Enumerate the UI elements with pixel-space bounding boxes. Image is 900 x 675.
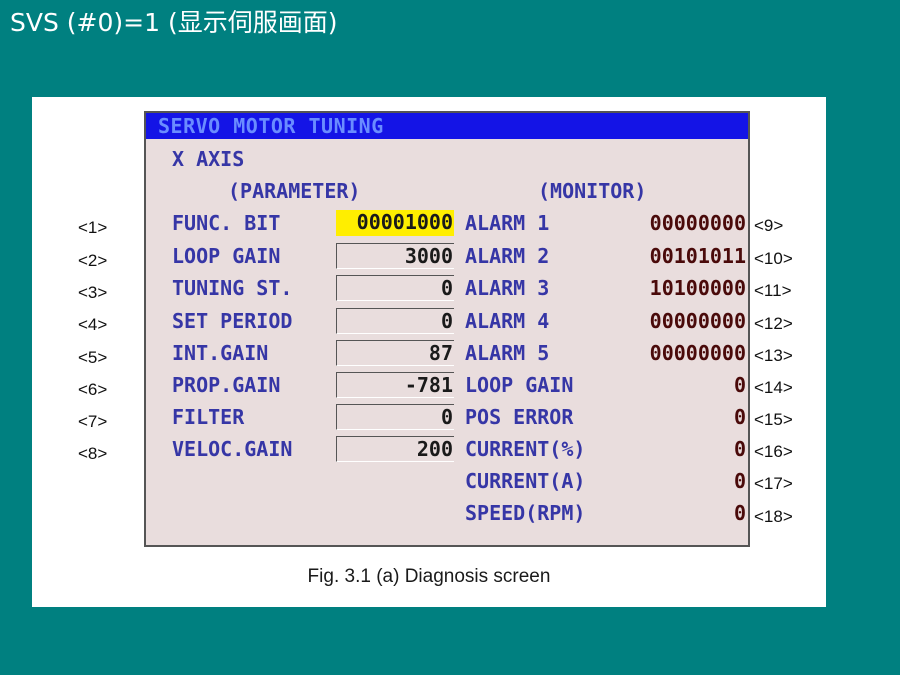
monitor-label-speed-rpm: SPEED(RPM): [465, 501, 586, 525]
monitor-label-alarm-5: ALARM 5: [465, 341, 550, 365]
row-number-8: <8>: [78, 444, 108, 463]
monitor-value-current-amp: 0: [733, 469, 746, 493]
param-value-set-period[interactable]: 0: [336, 308, 454, 334]
axis-label: X AXIS: [172, 147, 245, 171]
row-number-5: <5>: [78, 348, 108, 367]
monitor-label-current-percent: CURRENT(%): [465, 437, 586, 461]
screen-title-bar: SERVO MOTOR TUNING: [146, 113, 748, 139]
row-number-13: <13>: [754, 346, 793, 365]
param-label-prop-gain: PROP.GAIN: [172, 373, 281, 397]
monitor-value-current-percent: 0: [733, 437, 746, 461]
monitor-value-alarm-4: 00000000: [649, 309, 746, 333]
monitor-label-alarm-4: ALARM 4: [465, 309, 550, 333]
param-value-prop-gain[interactable]: -781: [336, 372, 454, 398]
row-number-10: <10>: [754, 249, 793, 268]
param-value-tuning-st[interactable]: 0: [336, 275, 454, 301]
row-number-7: <7>: [78, 412, 108, 431]
param-label-veloc-gain: VELOC.GAIN: [172, 437, 293, 461]
monitor-header: (MONITOR): [538, 179, 647, 203]
monitor-value-speed-rpm: 0: [733, 501, 746, 525]
servo-tuning-screen: SERVO MOTOR TUNING X AXIS (PARAMETER) (M…: [144, 111, 750, 547]
monitor-label-alarm-1: ALARM 1: [465, 211, 550, 235]
param-label-filter: FILTER: [172, 405, 245, 429]
diagnosis-figure: SERVO MOTOR TUNING X AXIS (PARAMETER) (M…: [32, 97, 826, 607]
param-label-tuning-st: TUNING ST.: [172, 276, 293, 300]
row-number-6: <6>: [78, 380, 108, 399]
slide-title: SVS (#0)=1 (显示伺服画面): [10, 8, 338, 37]
row-number-2: <2>: [78, 251, 108, 270]
monitor-value-alarm-5: 00000000: [649, 341, 746, 365]
row-number-12: <12>: [754, 314, 793, 333]
figure-caption: Fig. 3.1 (a) Diagnosis screen: [307, 566, 551, 587]
row-number-15: <15>: [754, 410, 793, 429]
screen-title: SERVO MOTOR TUNING: [158, 114, 384, 138]
monitor-label-current-amp: CURRENT(A): [465, 469, 586, 493]
row-number-4: <4>: [78, 315, 108, 334]
monitor-label-pos-error: POS ERROR: [465, 405, 574, 429]
param-value-loop-gain[interactable]: 3000: [336, 243, 454, 269]
row-number-1: <1>: [78, 218, 108, 237]
row-number-16: <16>: [754, 442, 793, 461]
param-label-int-gain: INT.GAIN: [172, 341, 269, 365]
monitor-value-alarm-3: 10100000: [649, 276, 746, 300]
monitor-label-alarm-2: ALARM 2: [465, 244, 550, 268]
row-number-3: <3>: [78, 283, 108, 302]
parameter-header: (PARAMETER): [228, 179, 361, 203]
param-label-set-period: SET PERIOD: [172, 309, 293, 333]
param-label-loop-gain: LOOP GAIN: [172, 244, 281, 268]
row-number-17: <17>: [754, 474, 793, 493]
param-value-int-gain[interactable]: 87: [336, 340, 454, 366]
param-label-func-bit: FUNC. BIT: [172, 211, 281, 235]
monitor-label-alarm-3: ALARM 3: [465, 276, 550, 300]
row-number-14: <14>: [754, 378, 793, 397]
param-value-func-bit[interactable]: 00001000: [336, 210, 454, 236]
monitor-label-loop-gain: LOOP GAIN: [465, 373, 574, 397]
monitor-value-loop-gain: 0: [733, 373, 746, 397]
param-value-filter[interactable]: 0: [336, 404, 454, 430]
row-number-18: <18>: [754, 507, 793, 526]
row-number-11: <11>: [754, 281, 792, 300]
row-number-9: <9>: [754, 216, 784, 235]
param-value-veloc-gain[interactable]: 200: [336, 436, 454, 462]
monitor-value-alarm-1: 00000000: [649, 211, 746, 235]
monitor-value-alarm-2: 00101011: [649, 244, 746, 268]
monitor-value-pos-error: 0: [733, 405, 746, 429]
